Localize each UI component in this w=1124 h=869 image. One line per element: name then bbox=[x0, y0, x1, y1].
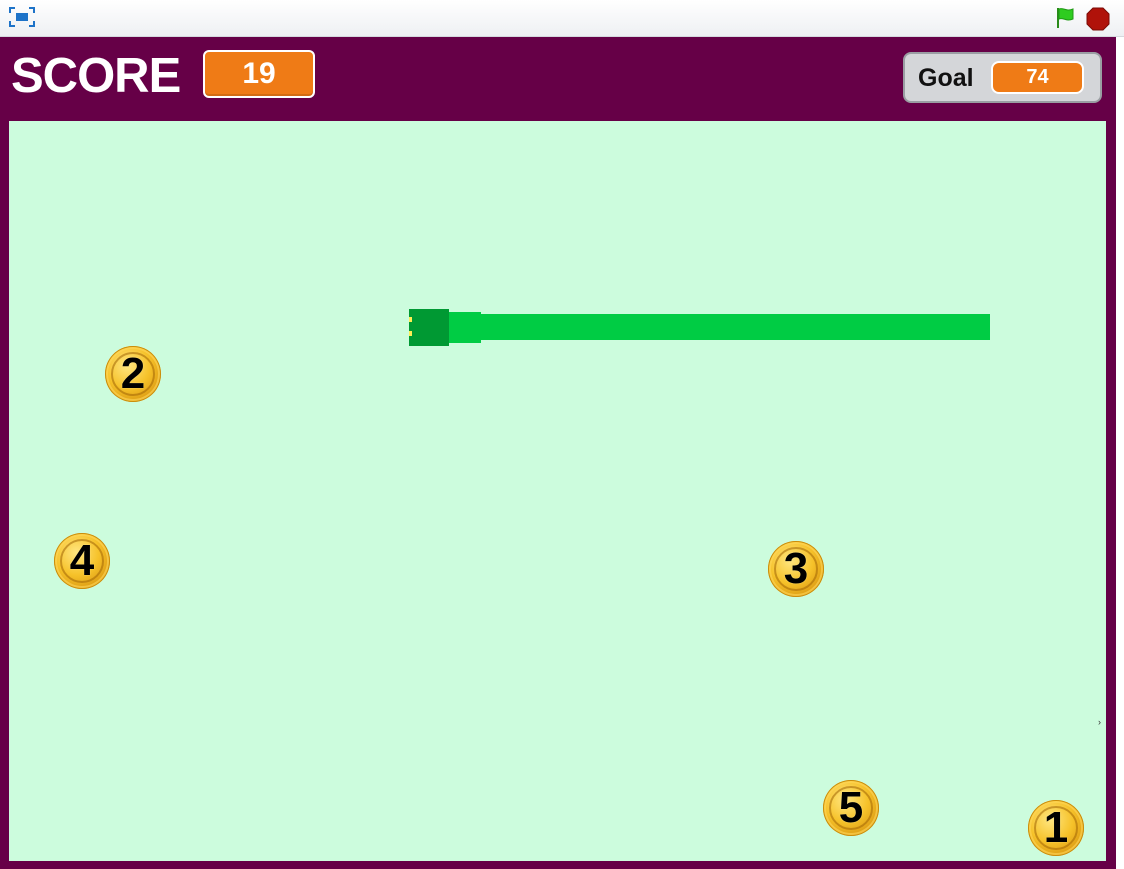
snake-neck bbox=[449, 312, 481, 343]
coin-1: 1 bbox=[1028, 800, 1084, 856]
snake-body bbox=[479, 314, 990, 340]
fullscreen-icon[interactable] bbox=[8, 6, 36, 28]
coin-number: 4 bbox=[69, 536, 95, 585]
player-toolbar bbox=[0, 0, 1124, 37]
coin-3: 3 bbox=[768, 541, 824, 597]
green-flag-icon[interactable] bbox=[1054, 6, 1078, 30]
stage-marker: › bbox=[1098, 717, 1101, 727]
goal-monitor: Goal 74 bbox=[903, 52, 1102, 103]
game-stage[interactable]: SCORE 19 Goal 74 2 4 3 5 1 › bbox=[0, 37, 1116, 869]
snake-eye bbox=[409, 317, 412, 322]
coin-number: 2 bbox=[120, 349, 146, 398]
stop-icon[interactable] bbox=[1086, 7, 1110, 31]
snake-eye bbox=[409, 331, 412, 336]
goal-value: 74 bbox=[991, 61, 1084, 94]
score-value: 19 bbox=[203, 50, 315, 98]
coin-2: 2 bbox=[105, 346, 161, 402]
coin-number: 5 bbox=[838, 783, 864, 832]
coin-number: 3 bbox=[783, 544, 809, 593]
coin-4: 4 bbox=[54, 533, 110, 589]
coin-5: 5 bbox=[823, 780, 879, 836]
goal-label: Goal bbox=[918, 64, 974, 92]
snake-head bbox=[409, 309, 449, 346]
playfield[interactable]: 2 4 3 5 1 › bbox=[9, 121, 1106, 861]
score-title: SCORE bbox=[11, 49, 181, 103]
coin-number: 1 bbox=[1043, 803, 1069, 852]
